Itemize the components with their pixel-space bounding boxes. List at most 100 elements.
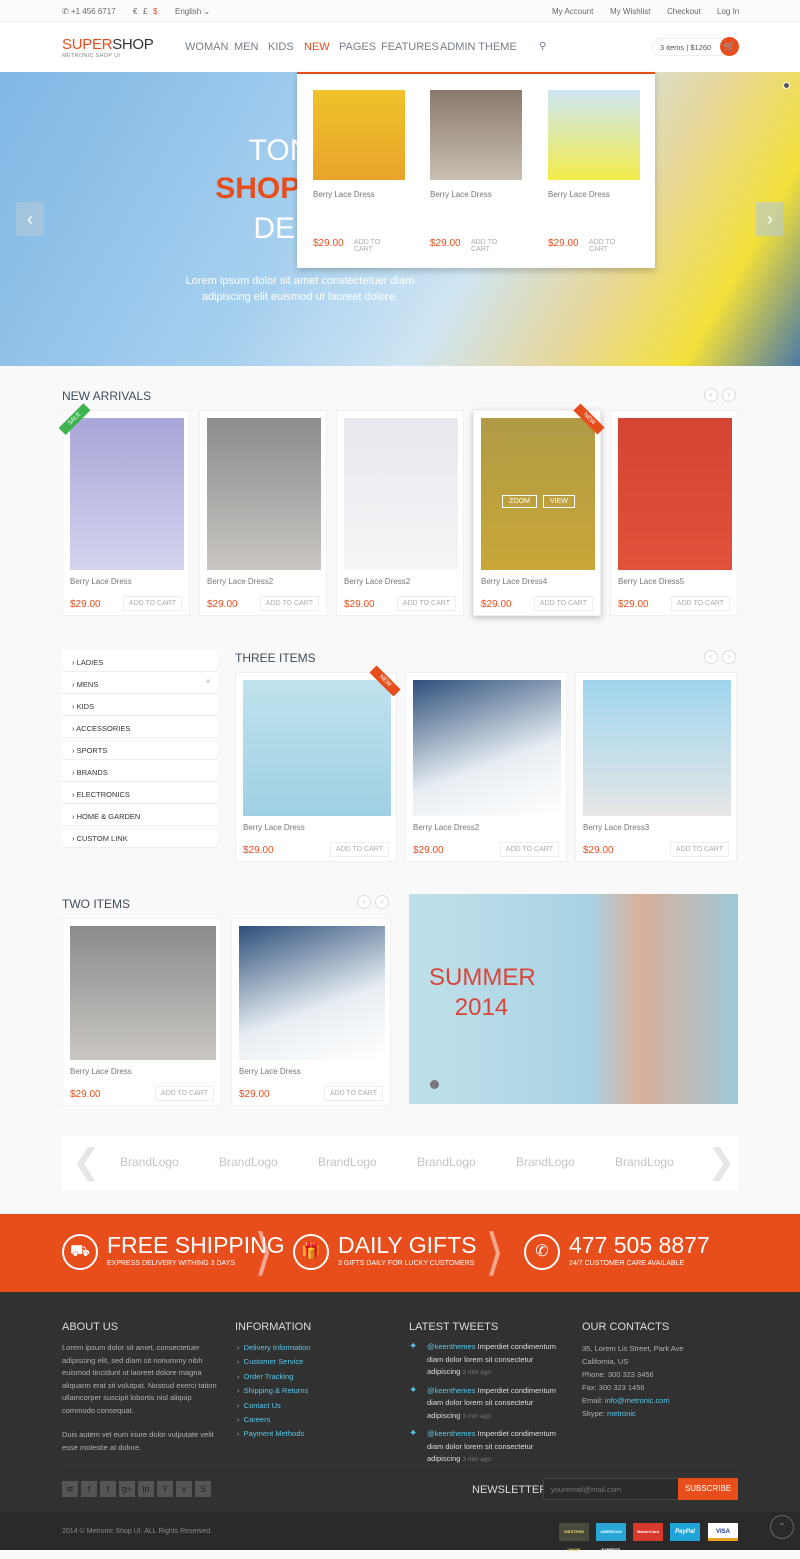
add-to-cart-button[interactable]: ADD TO CART bbox=[499, 842, 559, 857]
sidebar-item[interactable]: › CUSTOM LINK bbox=[62, 826, 217, 848]
mega-item[interactable]: Berry Lace Dress $29.00 ADD TO CART bbox=[548, 90, 640, 256]
cart-icon[interactable]: 🛒 bbox=[720, 37, 739, 56]
sidebar-item[interactable]: › ELECTRONICS bbox=[62, 782, 217, 804]
product-card[interactable]: Berry Lace Dress $29.00 ADD TO CART bbox=[62, 918, 222, 1106]
product-card[interactable]: Berry Lace Dress $29.00 ADD TO CART NEW bbox=[235, 665, 401, 862]
product-image[interactable] bbox=[243, 680, 391, 816]
product-title[interactable]: Berry Lace Dress2 bbox=[413, 823, 479, 832]
info-link[interactable]: › Careers bbox=[237, 1413, 310, 1427]
currency-gbp[interactable]: £ bbox=[143, 7, 147, 16]
product-title[interactable]: Berry Lace Dress bbox=[243, 823, 305, 832]
brands-next-arrow[interactable]: ❯ bbox=[707, 1144, 736, 1180]
currency-usd[interactable]: $ bbox=[153, 7, 157, 16]
product-image[interactable] bbox=[618, 418, 732, 570]
product-title[interactable]: Berry Lace Dress5 bbox=[618, 577, 684, 586]
hero-prev-arrow[interactable]: ‹ bbox=[16, 202, 44, 236]
nav-pages[interactable]: PAGES bbox=[339, 41, 376, 53]
product-image[interactable] bbox=[413, 680, 561, 816]
tweet-user-link[interactable]: @keenthemes bbox=[427, 1429, 475, 1438]
product-image[interactable] bbox=[548, 90, 640, 180]
product-title[interactable]: Berry Lace Dress2 bbox=[207, 577, 273, 586]
next-arrow[interactable]: › bbox=[375, 895, 389, 909]
add-to-cart-button[interactable]: ADD TO CART bbox=[154, 1086, 214, 1101]
product-card[interactable]: Berry Lace Dress2 $29.00 ADD TO CART bbox=[336, 410, 464, 616]
brand-logo[interactable]: BrandLogo bbox=[615, 1155, 674, 1169]
add-to-cart-button[interactable]: ADD TO CART bbox=[584, 236, 640, 256]
tweet-user-link[interactable]: @keenthemes bbox=[427, 1342, 475, 1351]
prev-arrow[interactable]: ‹ bbox=[704, 650, 718, 664]
brand-logo[interactable]: BrandLogo bbox=[318, 1155, 377, 1169]
my-account-link[interactable]: My Account bbox=[552, 7, 593, 16]
zoom-button[interactable]: ZOOM bbox=[502, 495, 537, 508]
language-select[interactable]: English ⌄ bbox=[175, 7, 210, 16]
add-to-cart-button[interactable]: ADD TO CART bbox=[533, 596, 593, 611]
sidebar-item[interactable]: › ACCESSORIES bbox=[62, 716, 217, 738]
facebook-icon[interactable]: f bbox=[81, 1481, 97, 1497]
product-title[interactable]: Berry Lace Dress4 bbox=[481, 577, 547, 586]
product-image[interactable] bbox=[430, 90, 522, 180]
youtube-icon[interactable]: Y bbox=[157, 1481, 173, 1497]
sidebar-item[interactable]: › MENS + bbox=[62, 672, 217, 694]
currency-eur[interactable]: € bbox=[133, 7, 137, 16]
info-link[interactable]: › Order Tracking bbox=[237, 1370, 310, 1384]
info-link[interactable]: › Customer Service bbox=[237, 1355, 310, 1369]
nav-features[interactable]: FEATURES bbox=[381, 41, 439, 53]
product-image[interactable] bbox=[70, 418, 184, 570]
sidebar-item[interactable]: › LADIES bbox=[62, 650, 217, 672]
product-card[interactable]: Berry Lace Dress $29.00 ADD TO CART SALE bbox=[58, 402, 190, 616]
add-to-cart-button[interactable]: ADD TO CART bbox=[323, 1086, 383, 1101]
nav-kids[interactable]: KIDS bbox=[268, 41, 294, 53]
view-button[interactable]: VIEW bbox=[543, 495, 575, 508]
summer-banner[interactable]: SUMMER 2014 bbox=[409, 894, 738, 1104]
product-title[interactable]: Berry Lace Dress3 bbox=[583, 823, 649, 832]
add-to-cart-button[interactable]: ADD TO CART bbox=[259, 596, 319, 611]
product-title[interactable]: Berry Lace Dress bbox=[70, 577, 132, 586]
add-to-cart-button[interactable]: ADD TO CART bbox=[669, 842, 729, 857]
search-icon[interactable]: ⚲ bbox=[539, 41, 546, 52]
product-card[interactable]: Berry Lace Dress $29.00 ADD TO CART bbox=[231, 918, 391, 1106]
add-to-cart-button[interactable]: ADD TO CART bbox=[466, 236, 522, 256]
info-link[interactable]: › Payment Methods bbox=[237, 1427, 310, 1441]
mega-item[interactable]: Berry Lace Dress $29.00 ADD TO CART bbox=[430, 90, 522, 256]
sidebar-item[interactable]: › SPORTS bbox=[62, 738, 217, 760]
brands-prev-arrow[interactable]: ❮ bbox=[72, 1144, 101, 1180]
add-to-cart-button[interactable]: ADD TO CART bbox=[670, 596, 730, 611]
logo[interactable]: SUPERSHOP METRONIC SHOP UI bbox=[62, 36, 154, 59]
product-card[interactable]: Berry Lace Dress5 $29.00 ADD TO CART bbox=[610, 410, 738, 616]
add-to-cart-button[interactable]: ADD TO CART bbox=[396, 596, 456, 611]
product-image[interactable] bbox=[239, 926, 385, 1060]
plus-icon[interactable]: + bbox=[205, 677, 211, 688]
mega-item[interactable]: Berry Lace Dress $29.00 ADD TO CART bbox=[313, 90, 405, 256]
sidebar-item[interactable]: › KIDS bbox=[62, 694, 217, 716]
my-wishlist-link[interactable]: My Wishlist bbox=[610, 7, 650, 16]
product-title[interactable]: Berry Lace Dress bbox=[239, 1067, 301, 1076]
scroll-top-icon[interactable]: ⌃ bbox=[770, 1515, 794, 1539]
product-image[interactable] bbox=[207, 418, 321, 570]
linkedin-icon[interactable]: in bbox=[138, 1481, 154, 1497]
rss-icon[interactable]: ≋ bbox=[62, 1481, 78, 1497]
subscribe-button[interactable]: SUBSCRIBE bbox=[678, 1478, 738, 1500]
banner-dot[interactable] bbox=[430, 1080, 439, 1089]
prev-arrow[interactable]: ‹ bbox=[704, 388, 718, 402]
tweet-user-link[interactable]: @keenthemes bbox=[427, 1386, 475, 1395]
info-link[interactable]: › Shipping & Returns bbox=[237, 1384, 310, 1398]
brand-logo[interactable]: BrandLogo bbox=[516, 1155, 575, 1169]
info-link[interactable]: › Contact Us bbox=[237, 1399, 310, 1413]
prev-arrow[interactable]: ‹ bbox=[357, 895, 371, 909]
nav-woman[interactable]: WOMAN bbox=[185, 41, 228, 53]
sidebar-item[interactable]: › BRANDS bbox=[62, 760, 217, 782]
product-image[interactable] bbox=[583, 680, 731, 816]
add-to-cart-button[interactable]: ADD TO CART bbox=[122, 596, 182, 611]
nav-admin-theme[interactable]: ADMIN THEME bbox=[440, 41, 517, 53]
product-card[interactable]: Berry Lace Dress4 $29.00 ADD TO CART NEW Z… bbox=[473, 403, 605, 616]
brand-logo[interactable]: BrandLogo bbox=[219, 1155, 278, 1169]
login-link[interactable]: Log In bbox=[717, 7, 739, 16]
brand-logo[interactable]: BrandLogo bbox=[120, 1155, 179, 1169]
product-title[interactable]: Berry Lace Dress bbox=[70, 1067, 132, 1076]
email-link[interactable]: info@metronic.com bbox=[605, 1396, 670, 1405]
checkout-link[interactable]: Checkout bbox=[667, 7, 701, 16]
skype-icon[interactable]: S bbox=[195, 1481, 211, 1497]
newsletter-email-input[interactable] bbox=[543, 1478, 679, 1500]
product-card[interactable]: Berry Lace Dress2 $29.00 ADD TO CART bbox=[405, 672, 567, 862]
product-card[interactable]: Berry Lace Dress2 $29.00 ADD TO CART bbox=[199, 410, 327, 616]
